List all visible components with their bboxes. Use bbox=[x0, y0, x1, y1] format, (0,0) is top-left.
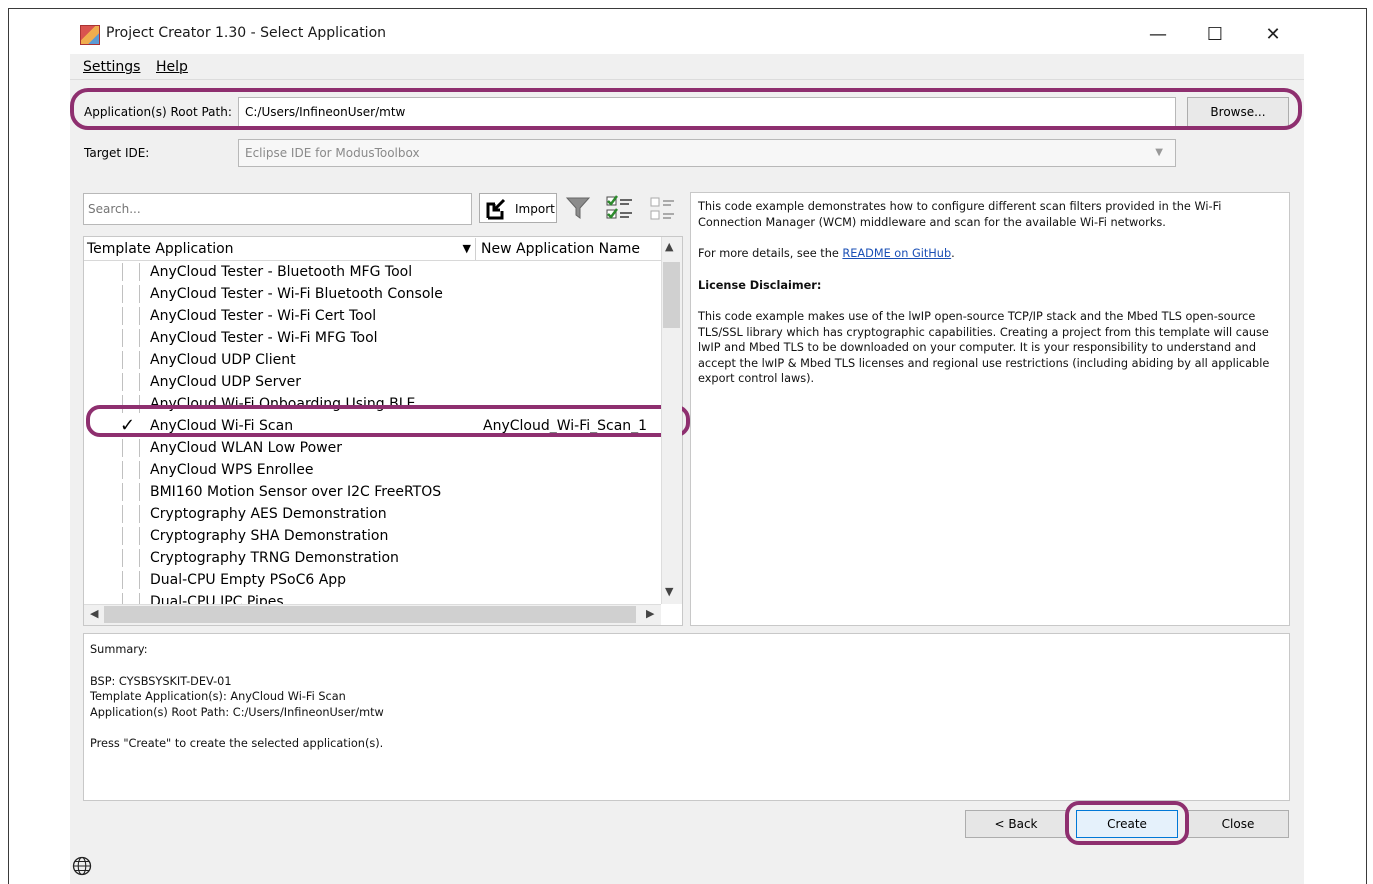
table-row[interactable]: BMI160 Motion Sensor over I2C FreeRTOS bbox=[86, 481, 661, 503]
table-row[interactable]: Dual-CPU IPC Pipes bbox=[86, 591, 661, 604]
summary-root: Application(s) Root Path: C:/Users/Infin… bbox=[90, 705, 384, 719]
import-button[interactable]: Import bbox=[479, 193, 557, 223]
row-checkbox[interactable] bbox=[122, 483, 140, 501]
row-checkbox[interactable] bbox=[122, 505, 140, 523]
menu-bar bbox=[70, 54, 1304, 80]
description-panel: This code example demonstrates how to co… bbox=[690, 192, 1290, 626]
table-row[interactable]: AnyCloud UDP Client bbox=[86, 349, 661, 371]
row-template-name: BMI160 Motion Sensor over I2C FreeRTOS bbox=[150, 484, 442, 500]
maximize-button[interactable]: ☐ bbox=[1200, 22, 1230, 48]
row-checkbox[interactable] bbox=[122, 439, 140, 457]
globe-icon[interactable] bbox=[72, 856, 92, 876]
table-row[interactable]: AnyCloud Tester - Bluetooth MFG Tool bbox=[86, 261, 661, 283]
target-ide-select[interactable]: Eclipse IDE for ModusToolbox ▼ bbox=[238, 139, 1176, 167]
row-checkbox[interactable] bbox=[122, 263, 140, 281]
table-row[interactable]: AnyCloud Tester - Wi-Fi Bluetooth Consol… bbox=[86, 283, 661, 305]
row-checkbox[interactable] bbox=[122, 329, 140, 347]
column-header-template[interactable]: Template Application ▼ bbox=[84, 238, 476, 260]
target-ide-value: Eclipse IDE for ModusToolbox bbox=[245, 146, 420, 160]
scroll-right-icon[interactable]: ▶ bbox=[646, 607, 654, 620]
row-checkbox[interactable] bbox=[122, 351, 140, 369]
summary-heading: Summary: bbox=[90, 643, 148, 656]
menu-help[interactable]: Help bbox=[156, 59, 188, 75]
column-header-template-label: Template Application bbox=[87, 241, 234, 257]
search-input[interactable] bbox=[83, 193, 472, 225]
scroll-up-icon[interactable]: ▲ bbox=[665, 240, 673, 253]
table-row[interactable]: Cryptography AES Demonstration bbox=[86, 503, 661, 525]
row-template-name: Dual-CPU IPC Pipes bbox=[150, 594, 284, 604]
row-template-name: Cryptography TRNG Demonstration bbox=[150, 550, 399, 566]
row-template-name: AnyCloud UDP Client bbox=[150, 352, 296, 368]
row-checkbox[interactable] bbox=[122, 307, 140, 325]
row-checkbox[interactable] bbox=[122, 373, 140, 391]
table-row[interactable]: Cryptography TRNG Demonstration bbox=[86, 547, 661, 569]
row-checkbox[interactable] bbox=[122, 549, 140, 567]
row-template-name: AnyCloud Tester - Bluetooth MFG Tool bbox=[150, 264, 413, 280]
select-all-icon[interactable] bbox=[606, 195, 634, 221]
table-row[interactable]: AnyCloud WLAN Low Power bbox=[86, 437, 661, 459]
readme-link[interactable]: README on GitHub bbox=[842, 247, 951, 260]
chevron-down-icon: ▼ bbox=[1155, 147, 1163, 158]
horizontal-scroll-thumb[interactable] bbox=[104, 606, 636, 623]
row-template-name: AnyCloud WPS Enrollee bbox=[150, 462, 314, 478]
import-label: Import bbox=[515, 202, 555, 216]
row-template-name: AnyCloud Tester - Wi-Fi MFG Tool bbox=[150, 330, 378, 346]
details-suffix: . bbox=[951, 247, 955, 260]
filter-icon[interactable] bbox=[565, 195, 591, 221]
row-checkbox[interactable] bbox=[122, 461, 140, 479]
summary-instruction: Press "Create" to create the selected ap… bbox=[90, 737, 384, 750]
license-heading: License Disclaimer: bbox=[698, 278, 822, 292]
row-template-name: AnyCloud UDP Server bbox=[150, 374, 302, 390]
close-window-button[interactable]: ✕ bbox=[1258, 22, 1288, 48]
summary-panel: Summary: BSP: CYSBSYSKIT-DEV-01 Template… bbox=[83, 633, 1290, 801]
close-button[interactable]: Close bbox=[1187, 810, 1289, 838]
row-checkbox[interactable] bbox=[122, 593, 140, 604]
row-template-name: Cryptography SHA Demonstration bbox=[150, 528, 389, 544]
details-prefix: For more details, see the bbox=[698, 247, 843, 260]
row-checkbox[interactable] bbox=[122, 527, 140, 545]
menu-settings[interactable]: Settings bbox=[83, 59, 140, 75]
description-intro: This code example demonstrates how to co… bbox=[698, 200, 1222, 229]
scroll-down-icon[interactable]: ▼ bbox=[665, 585, 673, 598]
deselect-all-icon[interactable] bbox=[650, 196, 676, 222]
selected-row-highlight bbox=[86, 405, 690, 437]
row-checkbox[interactable] bbox=[122, 285, 140, 303]
table-row[interactable]: Dual-CPU Empty PSoC6 App bbox=[86, 569, 661, 591]
create-button-highlight bbox=[1065, 801, 1189, 845]
table-row[interactable]: AnyCloud Tester - Wi-Fi Cert Tool bbox=[86, 305, 661, 327]
license-text: This code example makes use of the lwIP … bbox=[698, 310, 1270, 385]
table-row[interactable]: AnyCloud WPS Enrollee bbox=[86, 459, 661, 481]
root-path-highlight bbox=[70, 88, 1302, 130]
row-template-name: Dual-CPU Empty PSoC6 App bbox=[150, 572, 347, 588]
row-template-name: AnyCloud Tester - Wi-Fi Bluetooth Consol… bbox=[150, 286, 443, 302]
vertical-scroll-thumb[interactable] bbox=[663, 262, 680, 328]
table-row[interactable]: Cryptography SHA Demonstration bbox=[86, 525, 661, 547]
table-row[interactable]: AnyCloud UDP Server bbox=[86, 371, 661, 393]
target-ide-label: Target IDE: bbox=[84, 146, 150, 160]
column-header-new-name[interactable]: New Application Name bbox=[478, 238, 661, 260]
app-icon bbox=[80, 25, 100, 45]
row-checkbox[interactable] bbox=[122, 571, 140, 589]
sort-arrow-icon: ▼ bbox=[462, 242, 471, 255]
import-icon bbox=[486, 198, 506, 220]
back-button[interactable]: < Back bbox=[965, 810, 1067, 838]
description-details: For more details, see the README on GitH… bbox=[698, 246, 1283, 262]
table-row[interactable]: AnyCloud Tester - Wi-Fi MFG Tool bbox=[86, 327, 661, 349]
row-template-name: AnyCloud WLAN Low Power bbox=[150, 440, 342, 456]
summary-template: Template Application(s): AnyCloud Wi-Fi … bbox=[90, 690, 346, 703]
window-title: Project Creator 1.30 - Select Applicatio… bbox=[106, 25, 387, 41]
minimize-button[interactable]: — bbox=[1143, 22, 1173, 48]
row-template-name: Cryptography AES Demonstration bbox=[150, 506, 387, 522]
row-template-name: AnyCloud Tester - Wi-Fi Cert Tool bbox=[150, 308, 377, 324]
scroll-left-icon[interactable]: ◀ bbox=[90, 607, 98, 620]
summary-bsp: BSP: CYSBSYSKIT-DEV-01 bbox=[90, 674, 232, 688]
